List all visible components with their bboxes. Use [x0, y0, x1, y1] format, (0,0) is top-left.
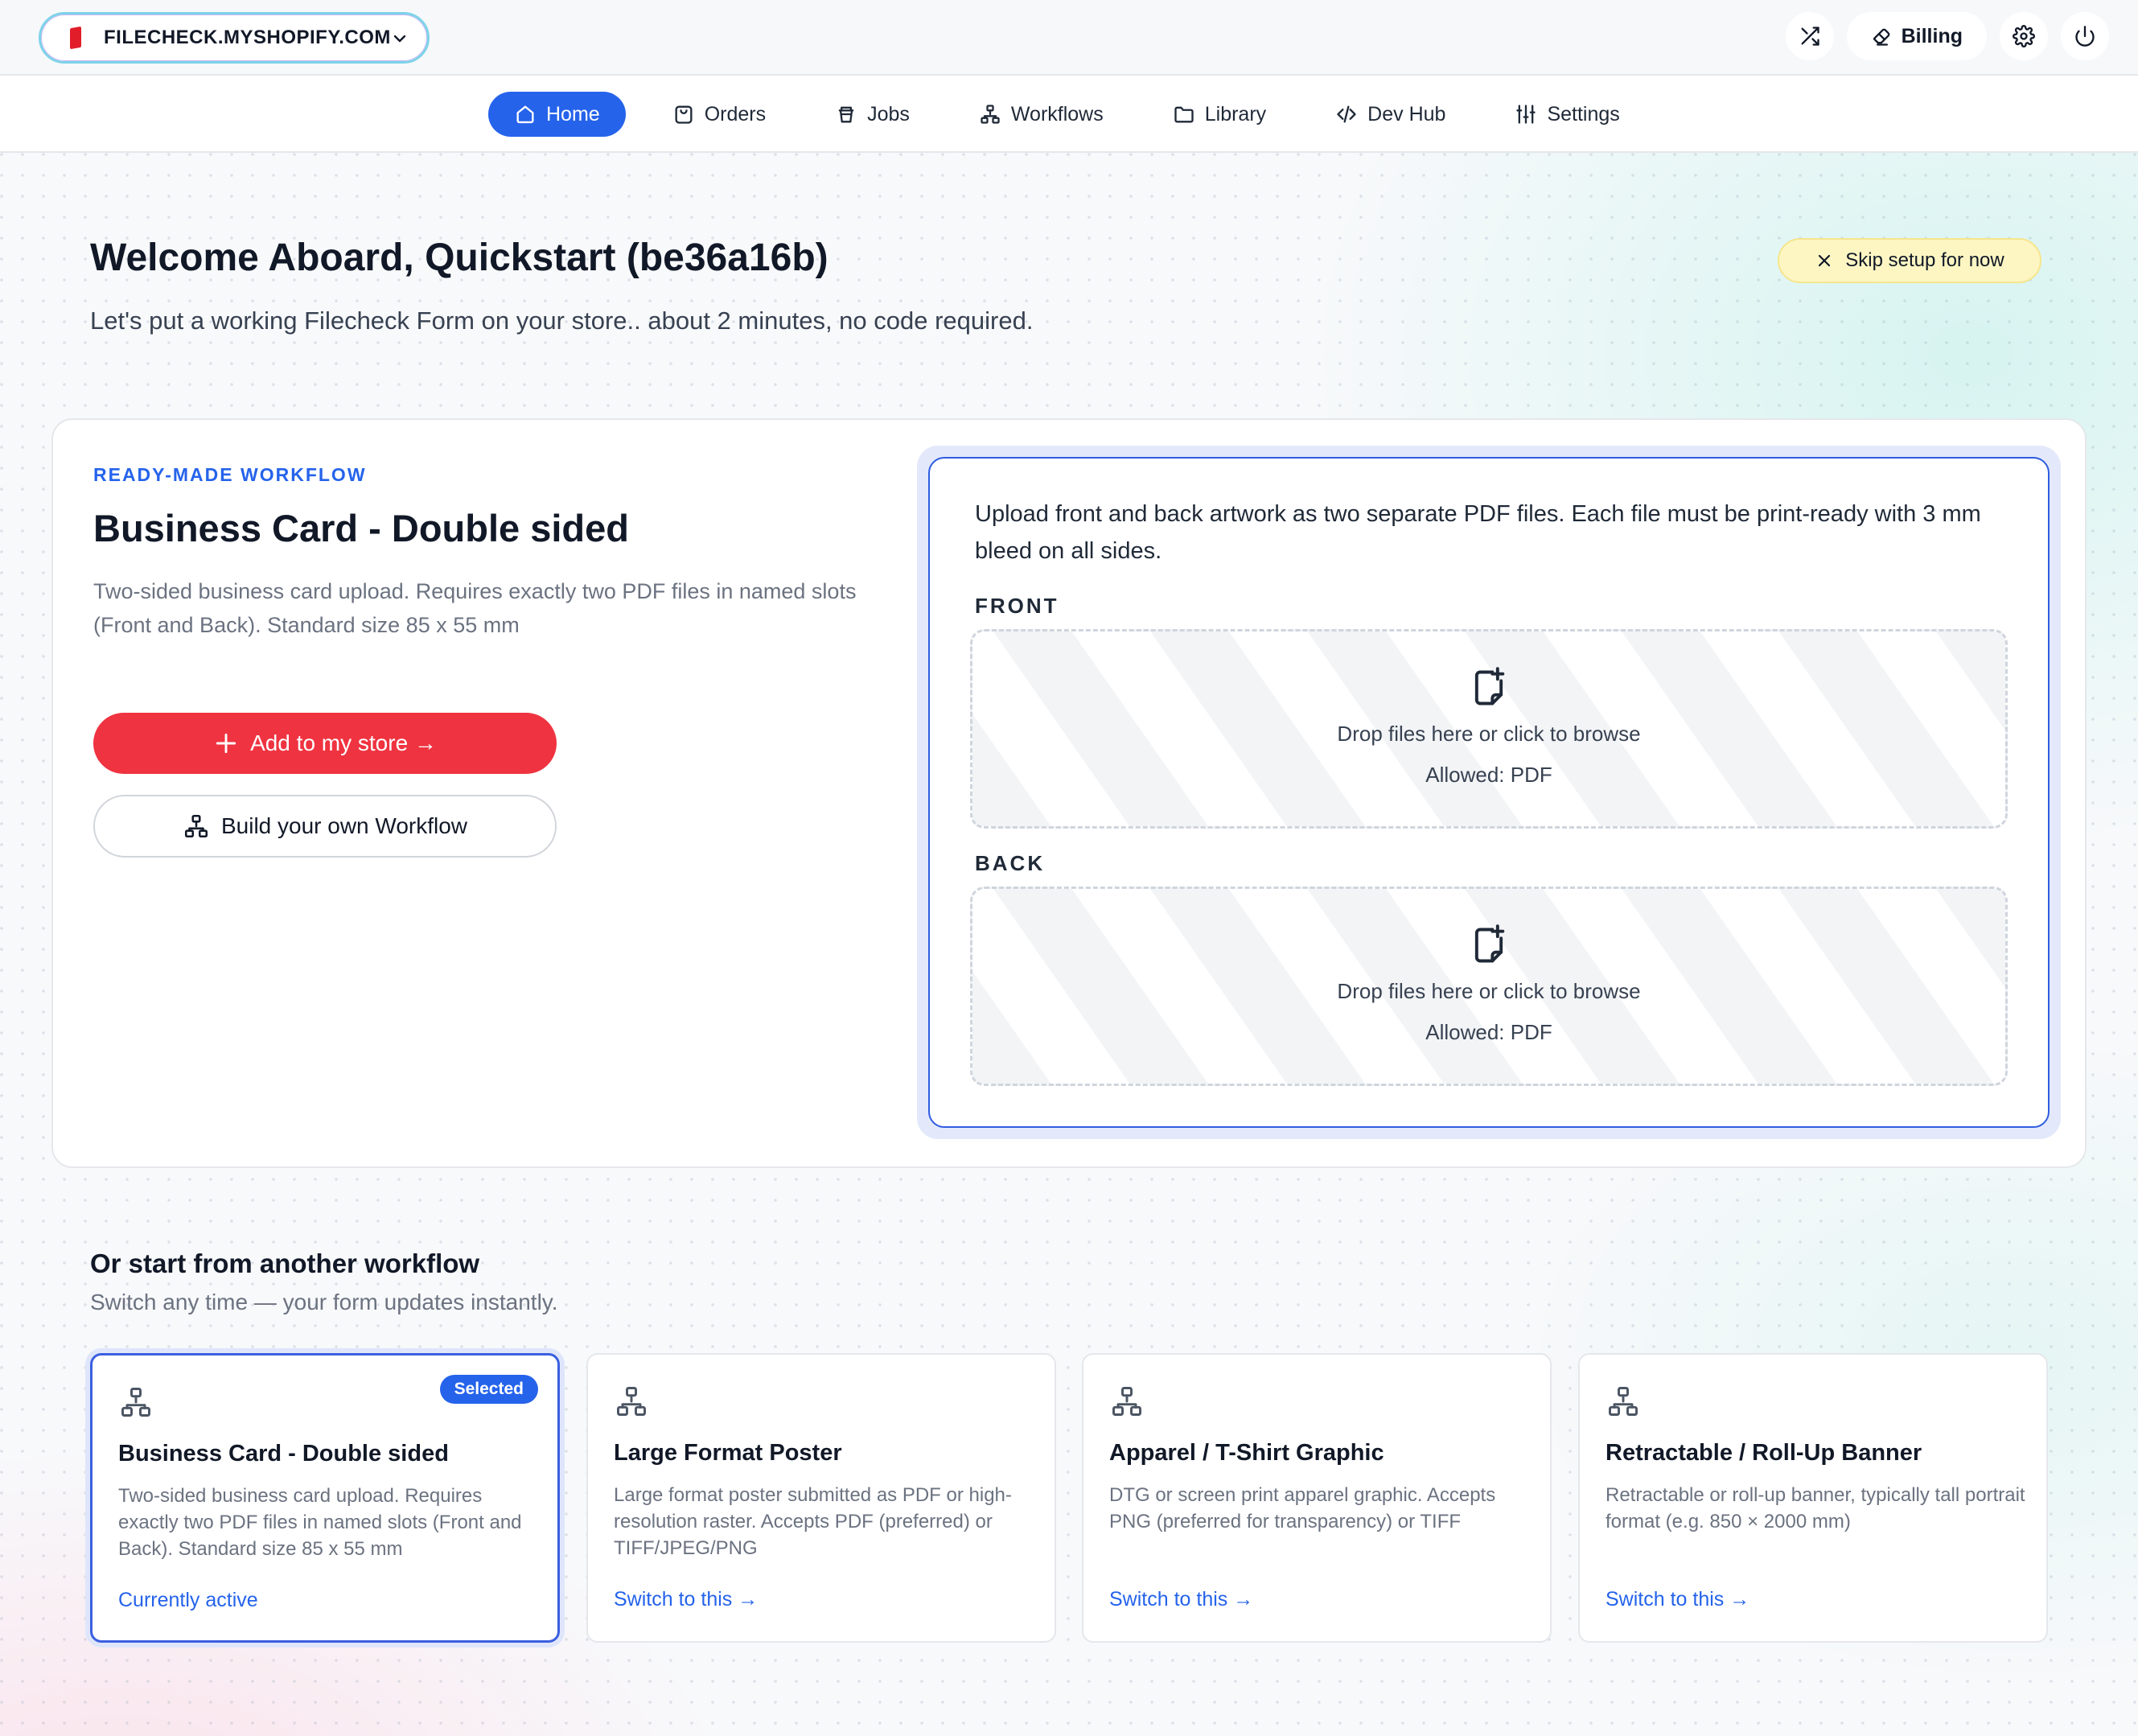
back-slot-label: BACK [975, 851, 1046, 875]
skip-setup-label: Skip setup for now [1845, 249, 2004, 271]
nav-workflows-label: Workflows [1010, 102, 1104, 125]
workflow-option-title: Retractable / Roll-Up Banner [1606, 1440, 1922, 1466]
chevron-down-icon [393, 35, 406, 43]
add-to-store-label: Add to my store → [250, 730, 437, 755]
nav-dev-hub[interactable]: Dev Hub [1313, 92, 1468, 137]
billing-button[interactable]: Billing [1846, 12, 1987, 60]
nav-jobs[interactable]: Jobs [812, 92, 932, 137]
workflow-icon [981, 105, 1000, 124]
currently-active-label: Currently active [118, 1589, 258, 1611]
power-icon [2075, 26, 2095, 47]
ready-made-label: READY-MADE WORKFLOW [93, 464, 367, 485]
file-add-icon [1474, 667, 1505, 706]
workflow-icon [1112, 1387, 1141, 1416]
workflow-icon [121, 1388, 150, 1417]
store-selector[interactable]: FILECHECK.MYSHOPIFY.COM [39, 12, 430, 64]
selected-badge: Selected [439, 1375, 538, 1404]
workflow-option-title: Large Format Poster [614, 1440, 842, 1466]
page-subtitle: Let's put a working Filecheck Form on yo… [90, 306, 1034, 335]
other-workflows-title: Or start from another workflow [90, 1249, 480, 1278]
back-drop-text: Drop files here or click to browse [1337, 979, 1641, 1003]
file-add-icon [1474, 924, 1505, 963]
cup-icon [838, 106, 854, 123]
back-dropzone[interactable]: Drop files here or click to browse Allow… [970, 887, 2008, 1086]
workflow-title: Business Card - Double sided [93, 507, 629, 549]
workflow-card: READY-MADE WORKFLOW Business Card - Doub… [51, 418, 2087, 1168]
skip-setup-button[interactable]: Skip setup for now [1778, 238, 2041, 283]
workflow-icon [1609, 1387, 1638, 1416]
build-workflow-button[interactable]: Build your own Workflow [93, 795, 557, 858]
gear-icon [2013, 25, 2035, 47]
nav-home-label: Home [546, 102, 600, 125]
form-preview-panel: Upload front and back artwork as two sep… [928, 457, 2050, 1128]
close-icon [1819, 254, 1831, 267]
nav-home[interactable]: Home [488, 92, 626, 137]
store-logo-icon [70, 26, 81, 50]
nav-workflows[interactable]: Workflows [956, 92, 1126, 137]
workflow-option-title: Business Card - Double sided [118, 1441, 449, 1467]
nav-library-label: Library [1204, 102, 1267, 125]
workflow-option-title: Apparel / T-Shirt Graphic [1109, 1440, 1384, 1466]
build-workflow-label: Build your own Workflow [220, 813, 468, 838]
front-dropzone[interactable]: Drop files here or click to browse Allow… [970, 629, 2008, 829]
workflow-option-apparel[interactable]: Apparel / T-Shirt Graphic DTG or screen … [1082, 1353, 1552, 1643]
settings-button[interactable] [2000, 12, 2048, 60]
nav-orders-label: Orders [704, 102, 767, 125]
workflow-option-description: Two-sided business card upload. Requires… [118, 1485, 522, 1560]
add-to-store-button[interactable]: Add to my store → [93, 713, 557, 774]
front-slot-label: FRONT [975, 594, 1059, 618]
workflow-option-description: Large format poster submitted as PDF or … [614, 1484, 1012, 1559]
front-allowed-types: Allowed: PDF [1425, 763, 1552, 787]
code-icon [1337, 105, 1356, 123]
nav-settings-label: Settings [1547, 102, 1620, 125]
logout-button[interactable] [2061, 12, 2109, 60]
form-instructions: Upload front and back artwork as two sep… [975, 501, 1981, 564]
billing-label: Billing [1901, 24, 1963, 47]
home-icon [516, 105, 534, 124]
workflow-option-business-card[interactable]: Selected Business Card - Double sided Tw… [90, 1353, 560, 1643]
workflow-option-description: DTG or screen print apparel graphic. Acc… [1109, 1484, 1496, 1532]
nav-jobs-label: Jobs [867, 102, 910, 125]
eraser-icon [1873, 28, 1890, 46]
shuffle-button[interactable] [1785, 12, 1834, 60]
nav-orders[interactable]: Orders [650, 92, 788, 137]
plus-icon [216, 733, 236, 754]
form-preview: Upload front and back artwork as two sep… [917, 446, 2061, 1139]
shuffle-icon [1801, 27, 1819, 46]
other-workflows-subtitle: Switch any time — your form updates inst… [90, 1290, 558, 1314]
workflow-description: Two-sided business card upload. Requires… [93, 579, 857, 637]
sliders-icon [1516, 105, 1536, 124]
page-title: Welcome Aboard, Quickstart (be36a16b) [90, 237, 828, 279]
nav-library[interactable]: Library [1150, 92, 1289, 137]
switch-to-this-link[interactable]: Switch to this → [1109, 1588, 1253, 1611]
front-drop-text: Drop files here or click to browse [1337, 722, 1641, 746]
switch-to-this-link[interactable]: Switch to this → [1606, 1588, 1749, 1611]
top-bar: FILECHECK.MYSHOPIFY.COM Billing [0, 0, 2138, 76]
switch-to-this-link[interactable]: Switch to this → [614, 1588, 758, 1611]
workflow-option-large-format-poster[interactable]: Large Format Poster Large format poster … [586, 1353, 1056, 1643]
workflow-icon [617, 1387, 646, 1416]
shopping-bag-icon [675, 105, 693, 124]
back-allowed-types: Allowed: PDF [1425, 1020, 1552, 1044]
workflow-icon [184, 814, 208, 838]
workflow-option-description: Retractable or roll-up banner, typically… [1606, 1484, 2025, 1532]
workflow-option-rollup-banner[interactable]: Retractable / Roll-Up Banner Retractable… [1578, 1353, 2048, 1643]
store-name: FILECHECK.MYSHOPIFY.COM [104, 27, 391, 48]
main-nav: Home Orders Jobs Workflows Library Dev H… [0, 76, 2138, 153]
nav-dev-hub-label: Dev Hub [1367, 102, 1446, 125]
nav-settings[interactable]: Settings [1492, 92, 1642, 137]
folder-icon [1174, 106, 1194, 123]
